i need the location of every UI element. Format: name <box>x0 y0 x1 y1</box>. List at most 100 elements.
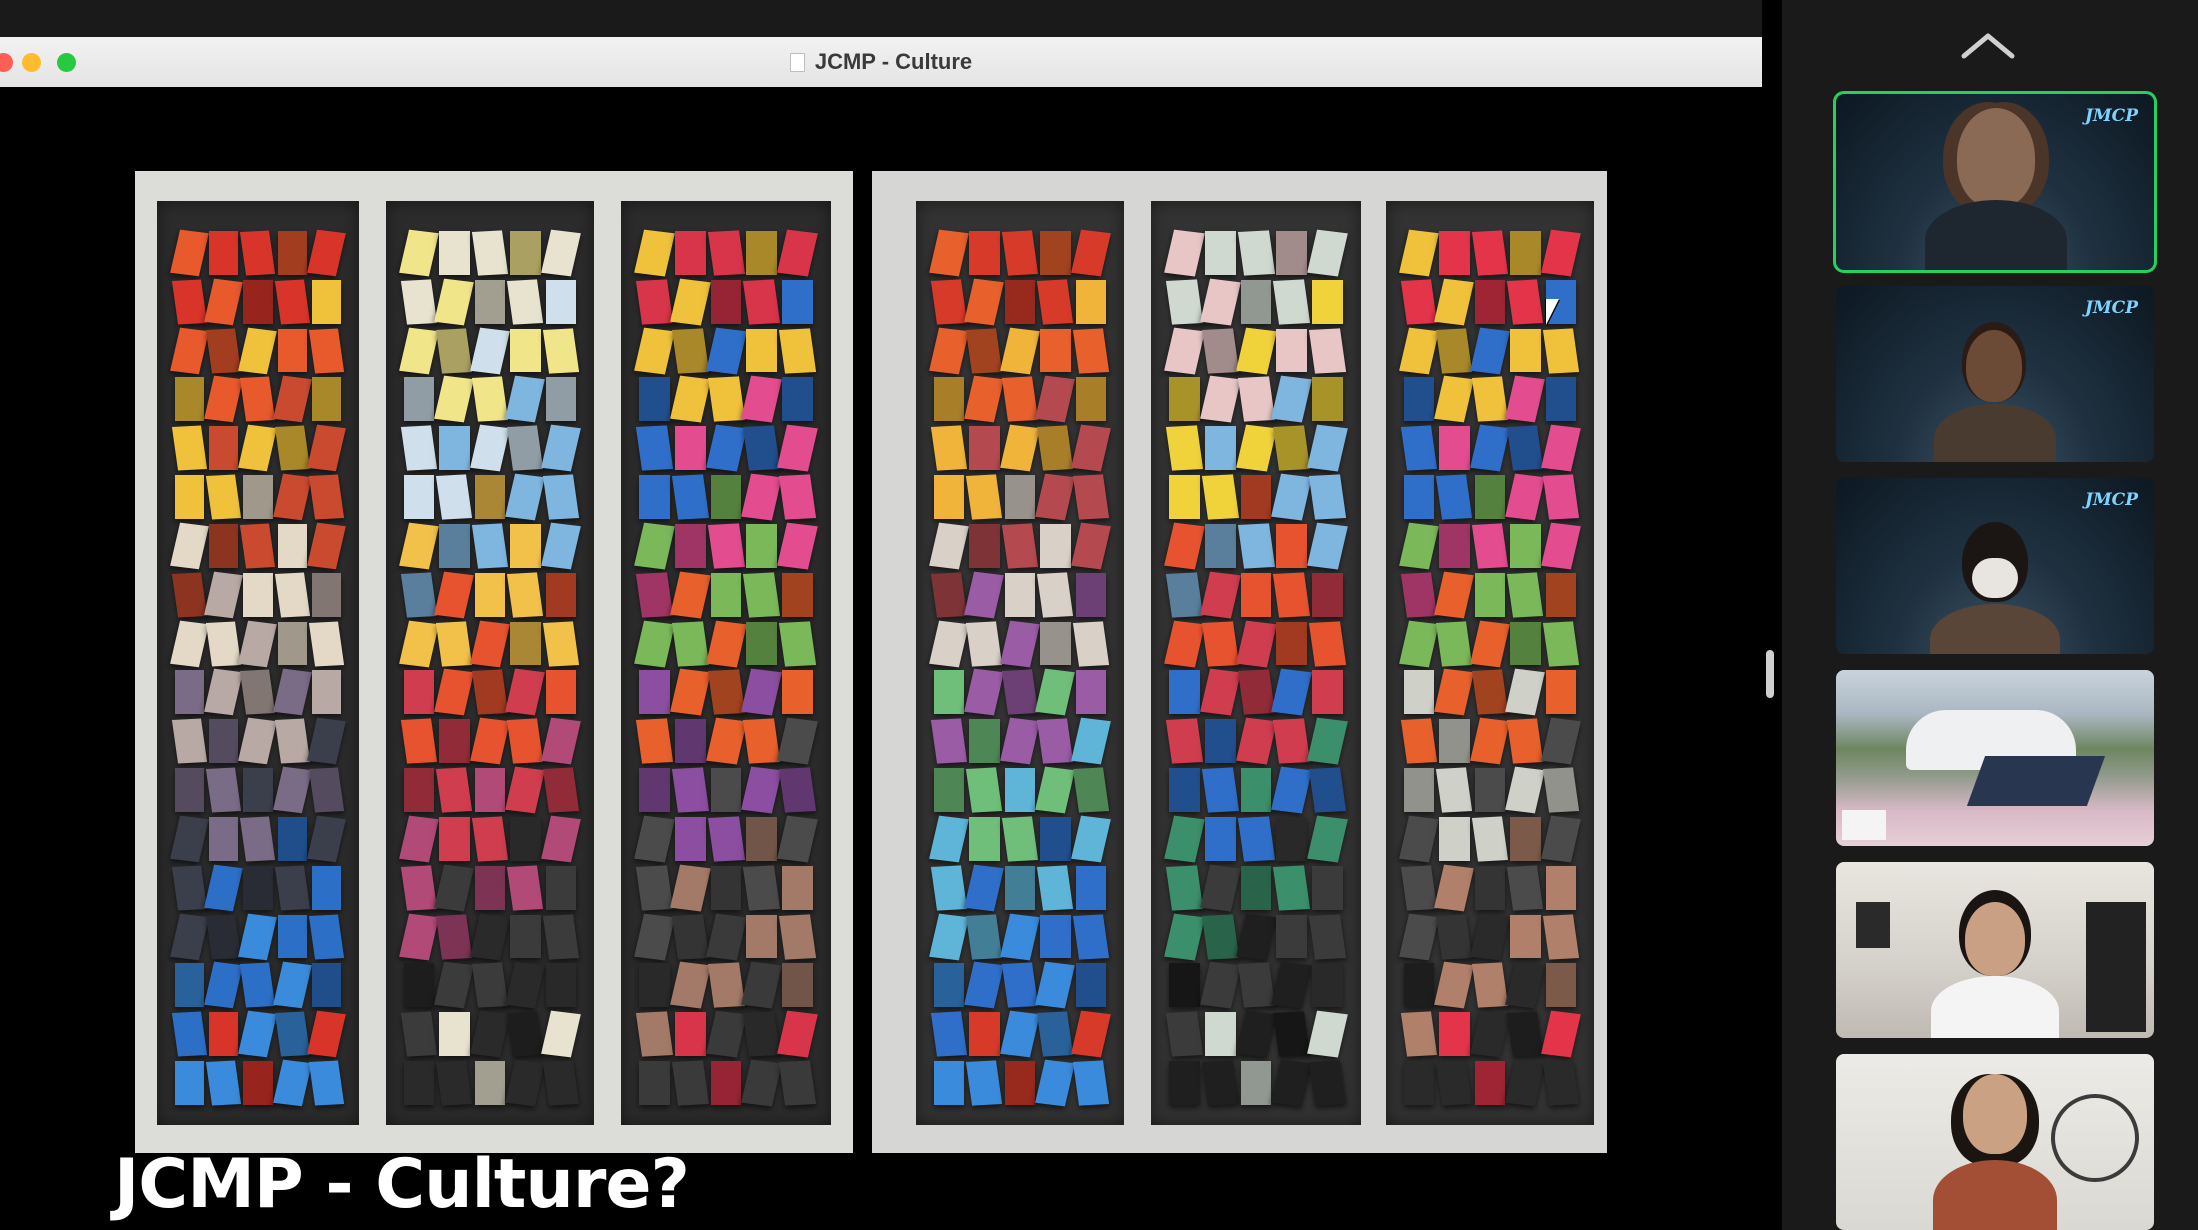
artwork-tile <box>930 718 968 764</box>
artwork-tile <box>171 718 208 764</box>
artwork-tile <box>1237 816 1275 862</box>
artwork-tile <box>1271 1059 1313 1107</box>
artwork-tile <box>1469 717 1511 765</box>
artwork-tile <box>707 523 745 569</box>
artwork-tile <box>1540 815 1581 863</box>
artwork-tile <box>1469 327 1511 374</box>
artwork-tile <box>507 865 544 911</box>
artwork-tile <box>471 376 509 422</box>
artwork-tile <box>471 669 509 715</box>
artwork-tiles <box>1164 229 1348 1107</box>
artwork-tile <box>1434 669 1475 716</box>
artwork-tile <box>1505 766 1546 814</box>
artwork-tile <box>1072 1060 1110 1106</box>
artwork-tile <box>306 229 346 277</box>
artwork-tile <box>1075 865 1106 910</box>
artwork-tile <box>277 621 307 666</box>
artwork-tile <box>1040 914 1071 959</box>
artwork-tile <box>311 377 341 422</box>
artwork-tile <box>782 670 813 715</box>
artwork-tile <box>206 1060 242 1106</box>
artwork-tile <box>542 914 580 960</box>
artwork-tile <box>1469 913 1511 960</box>
artwork-tile <box>545 670 576 715</box>
artwork-tile <box>240 816 276 862</box>
artwork-tile <box>436 328 473 374</box>
slide-caption: JCMP - Culture? <box>114 1145 690 1224</box>
artwork-tile <box>1542 767 1580 813</box>
artwork-tile <box>964 571 1005 619</box>
chevron-up-icon[interactable] <box>1960 30 2016 60</box>
participant-video-tile[interactable]: JMCP <box>1836 286 2154 462</box>
artwork-tile <box>929 229 970 277</box>
artwork-tile <box>741 962 783 1009</box>
artwork-tile <box>474 865 506 910</box>
artwork-tile <box>469 327 511 374</box>
artwork-tile <box>1271 766 1313 814</box>
artwork-tile <box>1400 279 1438 325</box>
artwork-tile <box>1399 815 1440 863</box>
artwork-tile <box>1436 621 1473 667</box>
artwork-tile <box>741 376 783 423</box>
participant-video-tile[interactable] <box>1836 862 2154 1038</box>
artwork-tile <box>707 230 745 276</box>
participant-video-tile[interactable]: JMCP <box>1836 478 2154 654</box>
artwork-tile <box>1545 865 1576 910</box>
artwork-tile <box>1235 717 1277 765</box>
campus-sign <box>1842 810 1886 840</box>
artwork-tile <box>308 621 345 667</box>
artwork-tile <box>966 1060 1003 1106</box>
artwork-tile <box>1240 572 1272 617</box>
artwork-tile <box>930 572 968 618</box>
artwork-tile <box>1199 278 1241 326</box>
mouse-pointer-icon <box>1546 299 1559 325</box>
artwork-tile <box>934 768 965 812</box>
artwork-tile <box>966 474 1003 520</box>
artwork-tile <box>1072 914 1110 960</box>
artwork-tile <box>1273 572 1311 618</box>
artwork-tile <box>746 914 778 959</box>
artwork-tile <box>1164 620 1205 667</box>
artwork-tile <box>1271 669 1313 716</box>
artwork-tile <box>1035 669 1076 716</box>
artwork-tile <box>1510 914 1541 959</box>
artwork-tile <box>746 621 778 666</box>
artwork-tile <box>505 962 546 1009</box>
artwork-tile <box>1240 279 1272 324</box>
artwork-tile <box>929 327 970 374</box>
artwork-tile <box>934 475 965 519</box>
artwork-tile <box>1165 279 1203 325</box>
artwork-tile <box>1434 278 1475 326</box>
shared-screen-window: JCMP - Culture JCMP - Culture? <box>0 37 1762 1230</box>
artwork-tile <box>545 963 576 1008</box>
artwork-tile <box>934 1061 965 1105</box>
artwork-tile <box>782 377 813 422</box>
artwork-tile <box>639 670 670 715</box>
artwork-tile <box>434 571 475 619</box>
artwork-tile <box>238 1010 278 1058</box>
participant-video-tile[interactable] <box>1836 1054 2154 1230</box>
artwork-tile <box>639 377 670 422</box>
artwork-tile <box>1201 767 1239 813</box>
artwork-tile <box>674 816 706 861</box>
participant-video-tile[interactable] <box>1836 670 2154 846</box>
artwork-tile <box>510 914 541 959</box>
artwork-tile <box>439 523 470 568</box>
artwork-tile <box>272 669 312 716</box>
artwork-tile <box>743 1011 781 1057</box>
artwork-tiles <box>1399 229 1581 1107</box>
artwork-tile <box>1204 1012 1236 1057</box>
artwork-tile <box>507 425 544 471</box>
artwork-tile <box>929 620 970 667</box>
artwork-tile <box>1199 864 1241 912</box>
artwork-tile <box>1404 670 1435 715</box>
artwork-tile <box>1199 376 1241 423</box>
artwork-tile <box>1436 914 1473 960</box>
panel-resize-handle[interactable] <box>1766 650 1774 698</box>
artwork-tile <box>1276 621 1308 666</box>
artwork-tile <box>777 815 818 863</box>
artwork-tile <box>1273 718 1311 764</box>
participant-video-tile[interactable]: JMCP <box>1833 91 2157 273</box>
artwork-panel <box>621 201 831 1125</box>
artwork-tile <box>243 1061 273 1105</box>
